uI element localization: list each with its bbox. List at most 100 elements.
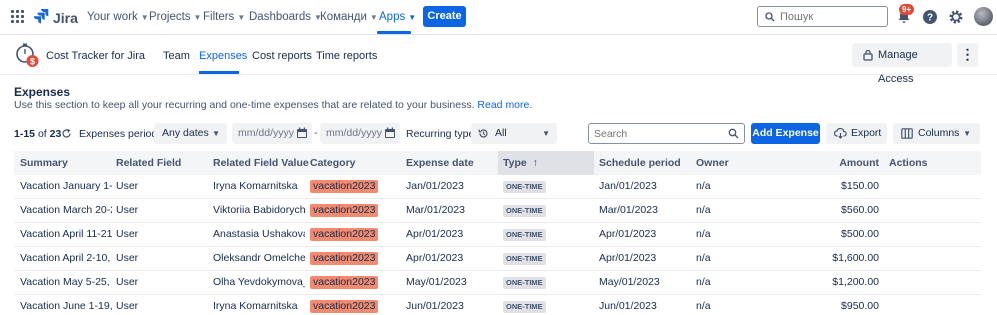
type-lozenge: ONE-TIME [503, 181, 546, 193]
export-label: Export [851, 127, 882, 139]
cell-type: ONE-TIME [503, 175, 591, 198]
result-count: 1-15 of 23 [14, 128, 61, 140]
cell-category: vacation2023 [310, 271, 402, 294]
chevron-down-icon: ▼ [140, 13, 149, 22]
cell-related-field-value: Olha Yevdokymova_… [213, 276, 305, 288]
cell-related-field: User [116, 228, 139, 240]
date-from-input[interactable]: mm/dd/yyyy [232, 123, 312, 144]
type-lozenge: ONE-TIME [503, 253, 546, 265]
expenses-period-value: Any dates [162, 127, 209, 139]
tab-expenses[interactable]: Expenses [199, 50, 247, 62]
add-expense-button[interactable]: Add Expense [751, 123, 820, 144]
app-switcher-icon[interactable] [11, 10, 24, 23]
date-to-placeholder: mm/dd/yyyy [326, 127, 383, 139]
nav-filters[interactable]: Filters ▼ [203, 11, 245, 23]
header-type[interactable]: Type ↑ [498, 151, 594, 175]
export-button[interactable]: Export [826, 123, 887, 144]
table-search-input[interactable] [594, 126, 724, 141]
calendar-icon[interactable] [384, 127, 396, 139]
count-range: 1-15 [14, 128, 36, 140]
tab-time-reports[interactable]: Time reports [316, 50, 377, 62]
cell-category: vacation2023 [310, 247, 402, 270]
cell-related-field: User [116, 180, 139, 192]
category-tag: vacation2023 [310, 252, 379, 265]
table-row[interactable]: Vacation January 1-… User Iryna Komarnitsk… [14, 175, 981, 199]
notification-badge: 9+ [899, 4, 915, 15]
manage-access-button[interactable]: Manage Access [852, 43, 952, 85]
header-expense-date[interactable]: Expense date [406, 151, 474, 175]
calendar-icon[interactable] [296, 127, 308, 139]
tab-team[interactable]: Team [163, 50, 190, 62]
cell-related-field-value: Iryna Komarnitska [213, 180, 298, 192]
cell-expense-date: May/01/2023 [406, 276, 467, 288]
header-owner[interactable]: Owner [696, 151, 729, 175]
cell-type: ONE-TIME [503, 199, 591, 222]
count-of: of [37, 128, 47, 140]
cell-related-field: User [116, 276, 139, 288]
cell-expense-date: Jan/01/2023 [406, 180, 464, 192]
cell-schedule-period: Mar/01/2023 [599, 204, 658, 216]
user-avatar[interactable] [974, 7, 993, 26]
header-category[interactable]: Category [310, 151, 356, 175]
nav-teams[interactable]: Команди ▼ [320, 11, 378, 23]
refresh-icon[interactable] [61, 128, 72, 139]
cell-owner: n/a [696, 204, 711, 216]
category-tag: vacation2023 [310, 300, 379, 313]
type-lozenge: ONE-TIME [503, 229, 546, 241]
jira-logo-icon[interactable] [33, 8, 49, 24]
table-row[interactable]: Vacation June 1-19, … User Iryna Komarnits… [14, 295, 981, 315]
chevron-down-icon: ▼ [212, 129, 220, 138]
header-actions: Actions [889, 157, 928, 169]
settings-gear-icon[interactable] [948, 9, 964, 25]
create-button[interactable]: Create [423, 6, 466, 27]
more-actions-button[interactable]: ⋮ [957, 43, 978, 67]
recurring-type-select[interactable]: All ▼ [471, 123, 557, 144]
nav-dashboards-label: Dashboards [249, 11, 312, 23]
chevron-down-icon: ▼ [408, 13, 417, 22]
app-header: $ Cost Tracker for Jira Team Expenses Co… [0, 36, 997, 85]
type-lozenge: ONE-TIME [503, 277, 546, 289]
columns-icon [901, 128, 913, 139]
global-search-input[interactable] [780, 9, 880, 24]
product-name[interactable]: Jira [53, 10, 78, 26]
expenses-period-label: Expenses period: [79, 128, 161, 140]
nav-apps[interactable]: Apps ▼ [379, 11, 416, 23]
nav-your-work[interactable]: Your work ▼ [87, 11, 149, 23]
read-more-link[interactable]: Read more. [477, 99, 532, 111]
lock-icon [863, 49, 873, 61]
table-row[interactable]: Vacation March 20-2… User Viktoriia Babido… [14, 199, 981, 223]
history-icon [478, 129, 488, 138]
date-to-input[interactable]: mm/dd/yyyy [320, 123, 400, 144]
global-search[interactable] [757, 6, 888, 27]
header-schedule-period[interactable]: Schedule period [599, 151, 681, 175]
search-icon [728, 128, 739, 139]
cell-summary: Vacation June 1-19, … [20, 300, 112, 312]
columns-button[interactable]: Columns ▼ [893, 123, 980, 144]
header-amount[interactable]: Amount [824, 151, 879, 175]
cost-tracker-logo-icon: $ [16, 43, 39, 67]
table-row[interactable]: Vacation April 11-21,… User Anastasia Usha… [14, 223, 981, 247]
help-icon[interactable]: ? [922, 9, 938, 25]
page-description: Use this section to keep all your recurr… [14, 99, 532, 111]
chevron-down-icon: ▼ [542, 129, 550, 138]
nav-dashboards[interactable]: Dashboards ▼ [249, 11, 322, 23]
tab-cost-reports[interactable]: Cost reports [252, 50, 312, 62]
category-tag: vacation2023 [310, 228, 379, 241]
nav-apps-label: Apps [379, 11, 406, 23]
cell-owner: n/a [696, 252, 711, 264]
expenses-period-select[interactable]: Any dates ▼ [154, 123, 227, 144]
date-separator: - [314, 127, 318, 139]
nav-projects[interactable]: Projects ▼ [149, 11, 201, 23]
sort-ascending-icon: ↑ [532, 157, 538, 169]
table-row[interactable]: Vacation May 5-25, 2… User Olha Yevdokymov… [14, 271, 981, 295]
cell-expense-date: Mar/01/2023 [406, 204, 465, 216]
recurring-type-label: Recurring type: [406, 128, 478, 140]
table-search[interactable] [588, 123, 745, 144]
cell-category: vacation2023 [310, 175, 402, 198]
cell-owner: n/a [696, 228, 711, 240]
header-related-field[interactable]: Related Field [116, 151, 181, 175]
cell-related-field: User [116, 300, 139, 312]
table-row[interactable]: Vacation April 2-10, … User Oleksandr Omel… [14, 247, 981, 271]
header-related-field-value[interactable]: Related Field Value [213, 151, 309, 175]
header-summary[interactable]: Summary [20, 151, 68, 175]
